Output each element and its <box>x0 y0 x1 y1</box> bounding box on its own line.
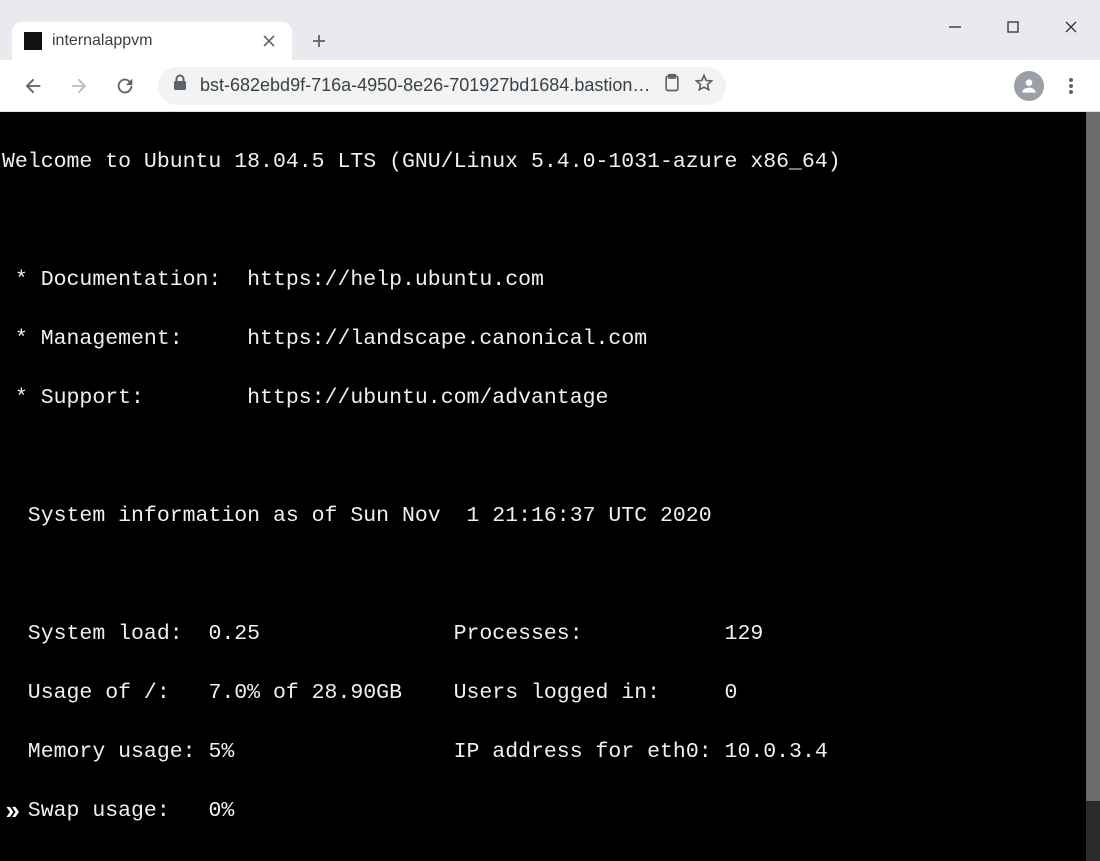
terminal-area[interactable]: Welcome to Ubuntu 18.04.5 LTS (GNU/Linux… <box>0 112 1100 861</box>
tab-favicon-icon <box>24 32 42 50</box>
maximize-button[interactable] <box>984 10 1042 44</box>
terminal-line: System load: 0.25 Processes: 129 <box>2 620 1100 650</box>
close-window-button[interactable] <box>1042 10 1100 44</box>
close-tab-button[interactable] <box>260 32 278 50</box>
minimize-button[interactable] <box>926 10 984 44</box>
profile-avatar-button[interactable] <box>1014 71 1044 101</box>
browser-toolbar: bst-682ebd9f-716a-4950-8e26-701927bd1684… <box>0 60 1100 112</box>
terminal-line <box>2 561 1100 591</box>
lock-icon <box>172 74 188 97</box>
tab-title: internalappvm <box>52 32 250 50</box>
terminal-line <box>2 443 1100 473</box>
bookmark-star-icon[interactable] <box>694 73 714 98</box>
terminal-line <box>2 856 1100 861</box>
browser-tab-active[interactable]: internalappvm <box>12 22 292 60</box>
terminal-scrollbar[interactable] <box>1086 112 1100 861</box>
browser-menu-button[interactable] <box>1052 67 1090 105</box>
address-bar[interactable]: bst-682ebd9f-716a-4950-8e26-701927bd1684… <box>158 67 726 105</box>
terminal-line: System information as of Sun Nov 1 21:16… <box>2 502 1100 532</box>
reload-button[interactable] <box>106 67 144 105</box>
scrollbar-thumb[interactable] <box>1086 112 1100 801</box>
terminal-line: Welcome to Ubuntu 18.04.5 LTS (GNU/Linux… <box>2 148 1100 178</box>
terminal-line: Swap usage: 0% <box>2 797 1100 827</box>
back-button[interactable] <box>14 67 52 105</box>
terminal-line: Usage of /: 7.0% of 28.90GB Users logged… <box>2 679 1100 709</box>
new-tab-button[interactable] <box>302 24 336 58</box>
terminal-line: * Management: https://landscape.canonica… <box>2 325 1100 355</box>
window-controls <box>926 10 1100 44</box>
expand-chevrons-icon[interactable]: ›› <box>2 803 13 821</box>
terminal-line: * Documentation: https://help.ubuntu.com <box>2 266 1100 296</box>
install-app-icon[interactable] <box>662 73 682 98</box>
terminal-line <box>2 207 1100 237</box>
forward-button[interactable] <box>60 67 98 105</box>
terminal-line: Memory usage: 5% IP address for eth0: 10… <box>2 738 1100 768</box>
url-text: bst-682ebd9f-716a-4950-8e26-701927bd1684… <box>200 75 650 96</box>
terminal-line: * Support: https://ubuntu.com/advantage <box>2 384 1100 414</box>
